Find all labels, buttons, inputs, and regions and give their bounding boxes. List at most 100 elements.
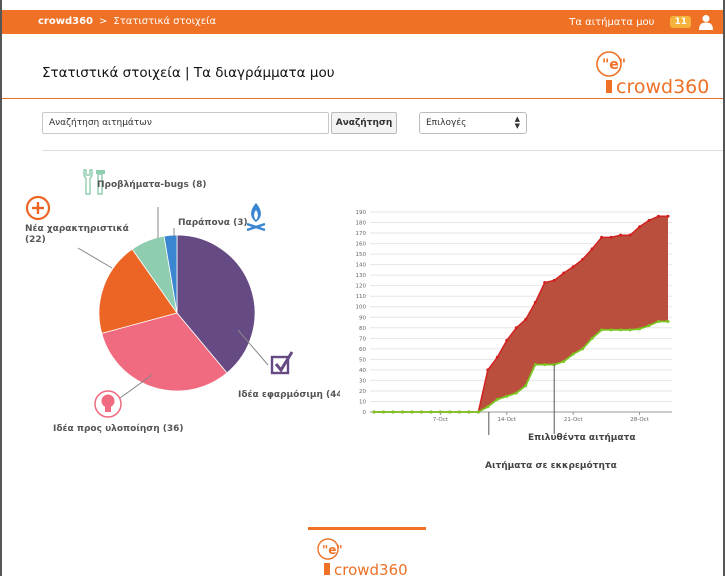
top-navigation-bar: crowd360 > Στατιστικά στοιχεία Τα αιτήματα… bbox=[2, 10, 723, 34]
resolved-point[interactable] bbox=[524, 384, 528, 388]
pending-point[interactable] bbox=[495, 355, 499, 359]
label-new-features: Νέα χαρακτηριστικά (22) bbox=[25, 224, 129, 245]
resolved-point[interactable] bbox=[476, 410, 480, 414]
resolved-point[interactable] bbox=[533, 363, 537, 367]
y-tick-label: 170 bbox=[356, 231, 367, 237]
pending-point[interactable] bbox=[524, 317, 528, 321]
label-resolved-requests: Επιλυθέντα αιτήματα bbox=[528, 433, 636, 443]
label-bugs: Προβλήματα-bugs (8) bbox=[97, 180, 207, 190]
brand-link[interactable]: crowd360 bbox=[38, 16, 93, 27]
y-tick-label: 70 bbox=[359, 336, 366, 342]
pending-point[interactable] bbox=[647, 218, 651, 222]
resolved-point[interactable] bbox=[600, 328, 604, 332]
resolved-point[interactable] bbox=[505, 394, 509, 398]
options-select[interactable]: Επιλογές ▲ ▼ bbox=[419, 112, 527, 134]
y-tick-label: 150 bbox=[356, 252, 367, 258]
resolved-point[interactable] bbox=[571, 352, 575, 356]
resolved-point[interactable] bbox=[495, 397, 499, 401]
pending-point[interactable] bbox=[552, 278, 556, 282]
y-tick-label: 40 bbox=[359, 368, 366, 374]
search-divider bbox=[42, 150, 723, 151]
header-divider bbox=[2, 98, 723, 99]
x-tick-label: 14-Oct bbox=[497, 417, 516, 423]
resolved-point[interactable] bbox=[657, 319, 661, 323]
pending-point[interactable] bbox=[562, 271, 566, 275]
search-button[interactable]: Αναζήτηση bbox=[331, 112, 397, 134]
resolved-point[interactable] bbox=[391, 410, 395, 414]
leader-line-features bbox=[77, 247, 113, 269]
resolved-point[interactable] bbox=[429, 410, 433, 414]
y-tick-label: 190 bbox=[356, 210, 367, 216]
resolved-point[interactable] bbox=[628, 328, 632, 332]
pending-point[interactable] bbox=[619, 233, 623, 237]
x-tick-label: 28-Oct bbox=[630, 417, 649, 423]
breadcrumb: crowd360 > Στατιστικά στοιχεία bbox=[38, 16, 216, 27]
crowd360-footer-logo[interactable]: "e" crowd360 bbox=[310, 535, 420, 576]
resolved-point[interactable] bbox=[581, 347, 585, 351]
resolved-point[interactable] bbox=[514, 391, 518, 395]
topbar-right: Τα αιτήματα μου 11 bbox=[569, 14, 713, 30]
resolved-point[interactable] bbox=[619, 328, 623, 332]
requests-count-badge[interactable]: 11 bbox=[670, 16, 691, 28]
resolved-point[interactable] bbox=[448, 410, 452, 414]
y-tick-label: 100 bbox=[356, 305, 367, 311]
pending-point[interactable] bbox=[657, 214, 661, 218]
footer-accent-line bbox=[308, 527, 426, 530]
user-icon[interactable] bbox=[699, 14, 713, 30]
pending-point[interactable] bbox=[533, 301, 537, 305]
footer-logo-wordmark: crowd360 bbox=[334, 561, 408, 576]
y-tick-label: 120 bbox=[356, 284, 367, 290]
resolved-point[interactable] bbox=[590, 336, 594, 340]
resolved-point[interactable] bbox=[666, 319, 670, 323]
options-select-value: Επιλογές bbox=[426, 118, 467, 128]
logo-wordmark: crowd360 bbox=[616, 76, 709, 98]
pending-point[interactable] bbox=[590, 247, 594, 251]
label-complaints: Παράπονα (3) bbox=[178, 218, 248, 228]
breadcrumb-current[interactable]: Στατιστικά στοιχεία bbox=[113, 16, 216, 27]
pending-point[interactable] bbox=[628, 233, 632, 237]
y-tick-label: 0 bbox=[363, 410, 367, 416]
category-pie-chart bbox=[25, 169, 294, 418]
pending-point[interactable] bbox=[609, 235, 613, 239]
pending-point[interactable] bbox=[514, 326, 518, 330]
x-tick-label: 21-Oct bbox=[564, 417, 583, 423]
resolved-point[interactable] bbox=[638, 327, 642, 331]
resolved-point[interactable] bbox=[486, 405, 490, 409]
page-title: Στατιστικά στοιχεία | Τα διαγράμματα μου bbox=[42, 65, 335, 81]
pending-point[interactable] bbox=[505, 338, 509, 342]
label-applicable-idea: Ιδέα εφαρμόσιμη (44) bbox=[238, 390, 347, 400]
my-requests-link[interactable]: Τα αιτήματα μου bbox=[569, 17, 654, 28]
resolved-point[interactable] bbox=[647, 324, 651, 328]
crowd360-logo[interactable]: "e" crowd360 bbox=[592, 46, 724, 98]
search-input[interactable]: Αναζήτηση αιτημάτων bbox=[42, 112, 329, 134]
pending-point[interactable] bbox=[571, 265, 575, 269]
resolved-point[interactable] bbox=[562, 359, 566, 363]
resolved-point[interactable] bbox=[609, 328, 613, 332]
pending-point[interactable] bbox=[581, 257, 585, 261]
y-tick-label: 10 bbox=[359, 399, 366, 405]
resolved-point[interactable] bbox=[381, 410, 385, 414]
pending-point[interactable] bbox=[666, 214, 670, 218]
y-tick-label: 130 bbox=[356, 273, 367, 279]
requests-area-chart: 0 10 20 30 40 50 60 70 80 90 100 110 120 130 140 150 160… bbox=[340, 190, 680, 435]
select-arrows-icon: ▲ ▼ bbox=[514, 115, 520, 130]
label-pending-requests: Αιτήματα σε εκκρεμότητα bbox=[485, 461, 617, 471]
resolved-point[interactable] bbox=[372, 410, 376, 414]
y-tick-label: 110 bbox=[356, 294, 367, 300]
pending-point[interactable] bbox=[600, 235, 604, 239]
svg-text:"e": "e" bbox=[322, 543, 343, 557]
pending-point[interactable] bbox=[543, 281, 547, 285]
resolved-point[interactable] bbox=[400, 410, 404, 414]
y-tick-label: 20 bbox=[359, 389, 366, 395]
resolved-point[interactable] bbox=[419, 410, 423, 414]
resolved-point[interactable] bbox=[457, 410, 461, 414]
pending-point[interactable] bbox=[486, 368, 490, 372]
resolved-point[interactable] bbox=[467, 410, 471, 414]
pending-point[interactable] bbox=[638, 225, 642, 229]
y-tick-label: 30 bbox=[359, 378, 366, 384]
resolved-point[interactable] bbox=[410, 410, 414, 414]
y-tick-label: 180 bbox=[356, 221, 367, 227]
y-tick-label: 80 bbox=[359, 326, 366, 332]
checkbox-icon bbox=[270, 351, 294, 375]
resolved-point[interactable] bbox=[543, 363, 547, 367]
